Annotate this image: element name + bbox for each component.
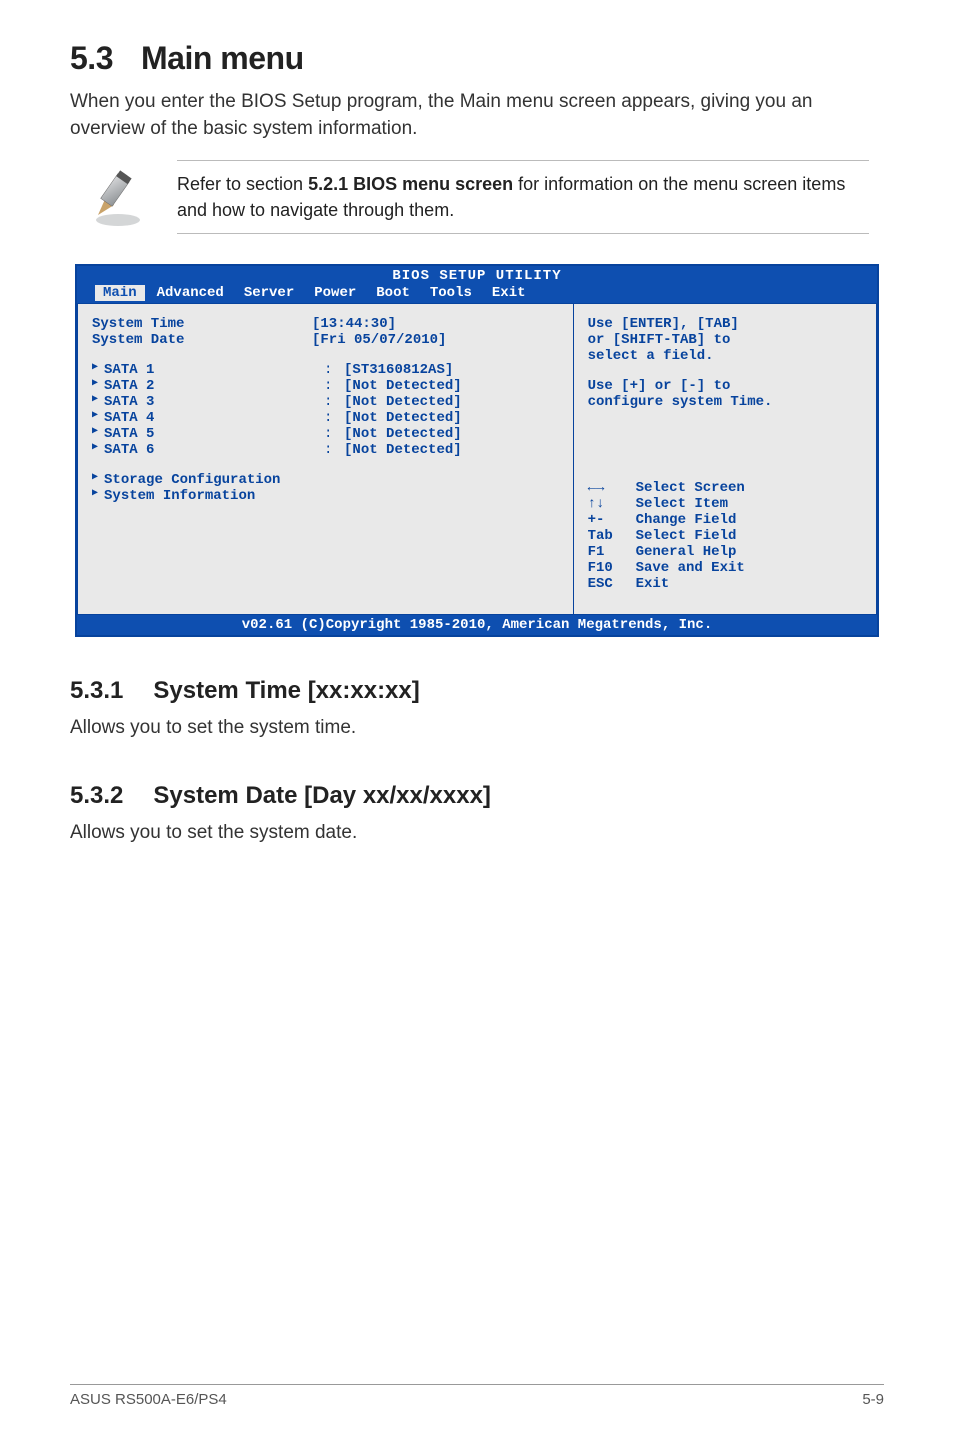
tab-main[interactable]: Main: [95, 285, 145, 301]
bios-title: BIOS SETUP UTILITY: [77, 268, 877, 284]
field-system-date[interactable]: System Date [Fri 05/07/2010]: [92, 332, 559, 348]
bios-help-panel: Use [ENTER], [TAB] or [SHIFT-TAB] to sel…: [574, 303, 877, 615]
tab-server[interactable]: Server: [244, 285, 314, 301]
tab-tools[interactable]: Tools: [430, 285, 492, 301]
tab-advanced[interactable]: Advanced: [157, 285, 244, 301]
field-sata-4[interactable]: SATA 4: [Not Detected]: [92, 410, 559, 426]
body-532: Allows you to set the system date.: [70, 820, 884, 847]
help-select-screen: ←→Select Screen: [588, 480, 862, 496]
bios-tab-bar: Main Advanced Server Power Boot Tools Ex…: [77, 284, 877, 303]
note-text: Refer to section 5.2.1 BIOS menu screen …: [177, 171, 869, 223]
footer-page-number: 5-9: [862, 1391, 884, 1408]
field-sata-3[interactable]: SATA 3: [Not Detected]: [92, 394, 559, 410]
subsection-531: 5.3.1System Time [xx:xx:xx]: [70, 677, 884, 705]
body-531: Allows you to set the system time.: [70, 715, 884, 742]
footer-model: ASUS RS500A-E6/PS4: [70, 1391, 227, 1408]
field-sata-5[interactable]: SATA 5: [Not Detected]: [92, 426, 559, 442]
field-sata-6[interactable]: SATA 6: [Not Detected]: [92, 442, 559, 458]
field-sata-1[interactable]: SATA 1: [ST3160812AS]: [92, 362, 559, 378]
help-save-exit: F10Save and Exit: [588, 560, 862, 576]
submenu-storage-configuration[interactable]: Storage Configuration: [92, 472, 559, 488]
page-footer: ASUS RS500A-E6/PS4 5-9: [70, 1384, 884, 1408]
intro-paragraph: When you enter the BIOS Setup program, t…: [70, 89, 884, 142]
section-heading: 5.3 Main menu: [70, 40, 884, 77]
submenu-system-information[interactable]: System Information: [92, 488, 559, 504]
bios-screenshot: BIOS SETUP UTILITY Main Advanced Server …: [75, 264, 879, 637]
pencil-icon: [85, 162, 155, 232]
bios-copyright: v02.61 (C)Copyright 1985-2010, American …: [77, 615, 877, 635]
field-sata-2[interactable]: SATA 2: [Not Detected]: [92, 378, 559, 394]
bios-main-panel: System Time [13:44:30] System Date [Fri …: [77, 303, 574, 615]
field-system-time[interactable]: System Time [13:44:30]: [92, 316, 559, 332]
help-general-help: F1General Help: [588, 544, 862, 560]
section-number: 5.3: [70, 40, 113, 77]
help-select-item: ↑↓Select Item: [588, 496, 862, 512]
tab-boot[interactable]: Boot: [376, 285, 430, 301]
help-exit: ESCExit: [588, 576, 862, 592]
tab-exit[interactable]: Exit: [492, 285, 546, 301]
section-title-text: Main menu: [141, 40, 304, 76]
tab-power[interactable]: Power: [314, 285, 376, 301]
help-change-field: +-Change Field: [588, 512, 862, 528]
subsection-532: 5.3.2System Date [Day xx/xx/xxxx]: [70, 782, 884, 810]
note-callout: Refer to section 5.2.1 BIOS menu screen …: [85, 160, 869, 234]
help-select-field: TabSelect Field: [588, 528, 862, 544]
